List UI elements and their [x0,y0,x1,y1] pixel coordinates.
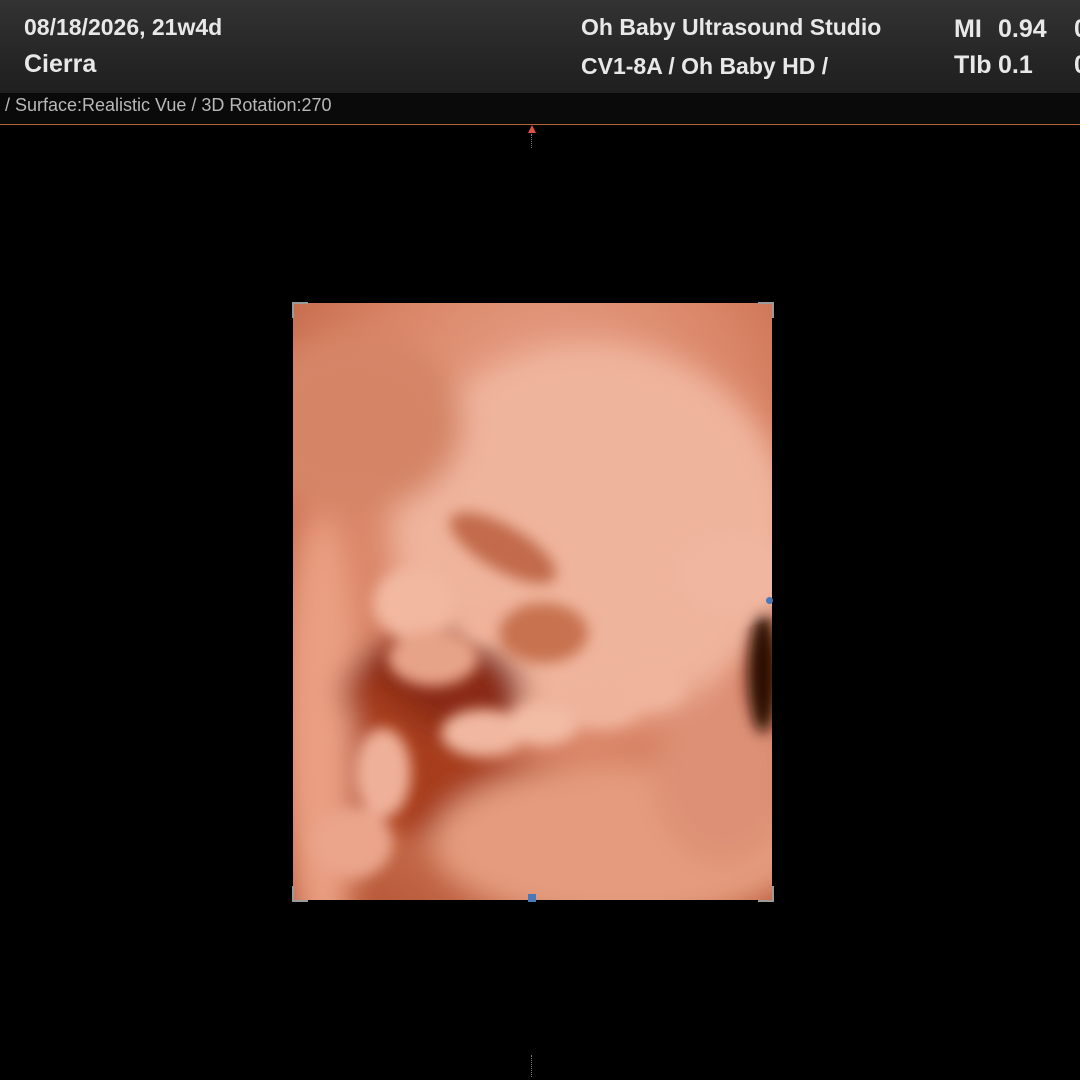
status-header: 08/18/2026, 21w4d Cierra Oh Baby Ultraso… [0,0,1080,93]
center-guide-top [531,134,532,148]
render-settings-text: - / Surface:Realistic Vue / 3D Rotation:… [0,95,332,115]
probe-preset: CV1-8A / Oh Baby HD / [581,53,829,79]
crop-corner-top-left[interactable] [292,302,308,318]
tib-label: TIb [954,51,992,79]
square-handle-icon[interactable] [528,894,536,902]
triangle-up-icon [528,125,536,133]
fetal-face-image [293,303,772,900]
3d-surface-render[interactable] [293,303,772,900]
patient-name: Cierra [24,50,97,78]
crop-corner-top-right[interactable] [758,302,774,318]
mi-value: 0.94 [998,15,1047,43]
mi-label: MI [954,15,982,43]
center-guide-bottom [531,1055,532,1077]
exam-date-gestational-age: 08/18/2026, 21w4d [24,14,223,40]
resize-handle-right[interactable] [766,597,773,604]
render-settings-bar: - / Surface:Realistic Vue / 3D Rotation:… [0,93,1080,125]
crop-corner-bottom-right[interactable] [758,886,774,902]
tib-value: 0.1 [998,51,1033,79]
studio-name: Oh Baby Ultrasound Studio [581,14,882,40]
crop-corner-bottom-left[interactable] [292,886,308,902]
clipped-value-top: 0 [1074,15,1080,44]
clipped-value-bottom: 0 [1074,51,1080,80]
